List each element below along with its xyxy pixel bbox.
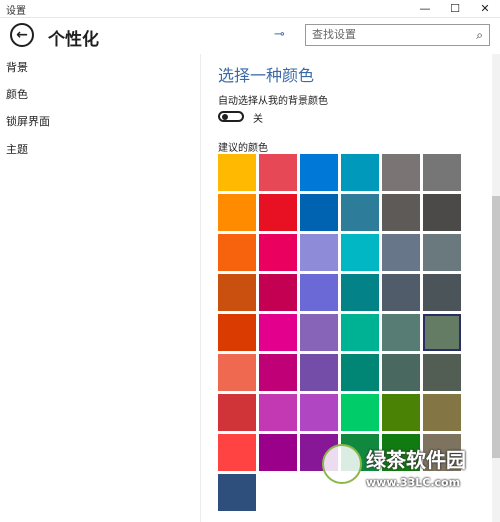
- color-swatch[interactable]: [259, 394, 297, 431]
- color-swatch[interactable]: [218, 234, 256, 271]
- color-swatch[interactable]: [423, 234, 461, 271]
- minimize-button[interactable]: —: [410, 0, 440, 17]
- color-swatch[interactable]: [423, 354, 461, 391]
- back-button[interactable]: ←: [10, 23, 34, 47]
- color-swatch[interactable]: [259, 194, 297, 231]
- sidebar-item-lock-screen[interactable]: 锁屏界面: [6, 113, 50, 129]
- auto-pick-toggle[interactable]: [218, 111, 244, 122]
- color-swatch[interactable]: [259, 234, 297, 271]
- color-swatch[interactable]: [382, 394, 420, 431]
- pin-icon[interactable]: ⊸: [274, 27, 285, 42]
- color-swatch[interactable]: [300, 154, 338, 191]
- color-swatch[interactable]: [382, 234, 420, 271]
- color-swatch[interactable]: [423, 154, 461, 191]
- color-swatch[interactable]: [300, 194, 338, 231]
- recommended-colors-label: 建议的颜色: [218, 143, 268, 154]
- color-swatch[interactable]: [259, 314, 297, 351]
- color-swatch[interactable]: [300, 314, 338, 351]
- watermark: 绿茶软件园 www.33LC.com: [316, 440, 500, 522]
- search-icon[interactable]: ⌕: [476, 25, 483, 45]
- color-swatch[interactable]: [259, 354, 297, 391]
- color-swatch[interactable]: [341, 274, 379, 311]
- color-swatch[interactable]: [341, 194, 379, 231]
- scrollbar-thumb[interactable]: [492, 196, 500, 458]
- sidebar-item-background[interactable]: 背景: [6, 59, 28, 75]
- sidebar: 背景 颜色 锁屏界面 主题: [0, 54, 201, 522]
- color-swatch[interactable]: [300, 354, 338, 391]
- color-swatch[interactable]: [218, 474, 256, 511]
- close-button[interactable]: ✕: [470, 0, 500, 17]
- color-swatch[interactable]: [382, 154, 420, 191]
- search-placeholder: 查找设置: [312, 28, 356, 41]
- page-title: 个性化: [48, 30, 99, 50]
- color-swatch[interactable]: [341, 394, 379, 431]
- watermark-text: 绿茶软件园: [366, 448, 466, 472]
- color-swatch[interactable]: [382, 354, 420, 391]
- color-swatch[interactable]: [382, 194, 420, 231]
- toggle-state-label: 关: [253, 114, 263, 125]
- color-swatch[interactable]: [218, 354, 256, 391]
- back-arrow-icon: ←: [16, 27, 28, 43]
- color-swatch[interactable]: [423, 314, 461, 351]
- color-swatch[interactable]: [218, 194, 256, 231]
- color-swatch[interactable]: [341, 354, 379, 391]
- search-input[interactable]: 查找设置 ⌕: [305, 24, 490, 46]
- toggle-knob: [222, 114, 228, 120]
- color-swatch[interactable]: [423, 394, 461, 431]
- title-bar: 设置 — ☐ ✕: [0, 0, 500, 18]
- color-swatch[interactable]: [300, 394, 338, 431]
- color-swatch[interactable]: [218, 434, 256, 471]
- auto-pick-label: 自动选择从我的背景颜色: [218, 96, 328, 107]
- sidebar-item-themes[interactable]: 主题: [6, 141, 28, 157]
- color-swatch[interactable]: [341, 234, 379, 271]
- color-swatch[interactable]: [259, 154, 297, 191]
- watermark-logo-icon: [322, 444, 362, 484]
- color-swatch[interactable]: [259, 434, 297, 471]
- app-title: 设置: [6, 6, 26, 17]
- color-swatch[interactable]: [382, 274, 420, 311]
- color-swatch[interactable]: [218, 154, 256, 191]
- watermark-url: www.33LC.com: [366, 476, 461, 489]
- color-swatch[interactable]: [300, 234, 338, 271]
- header: ← 个性化 ⊸ 查找设置 ⌕: [0, 18, 500, 54]
- color-swatch[interactable]: [382, 314, 420, 351]
- color-swatch[interactable]: [423, 274, 461, 311]
- maximize-button[interactable]: ☐: [440, 0, 470, 17]
- color-swatch[interactable]: [300, 274, 338, 311]
- sidebar-item-colors[interactable]: 颜色: [6, 86, 28, 102]
- color-swatch[interactable]: [218, 314, 256, 351]
- color-swatch[interactable]: [259, 274, 297, 311]
- color-swatch[interactable]: [218, 274, 256, 311]
- section-title: 选择一种颜色: [218, 66, 315, 85]
- color-swatch[interactable]: [341, 154, 379, 191]
- color-swatch[interactable]: [218, 394, 256, 431]
- color-swatch[interactable]: [341, 314, 379, 351]
- color-swatch[interactable]: [423, 194, 461, 231]
